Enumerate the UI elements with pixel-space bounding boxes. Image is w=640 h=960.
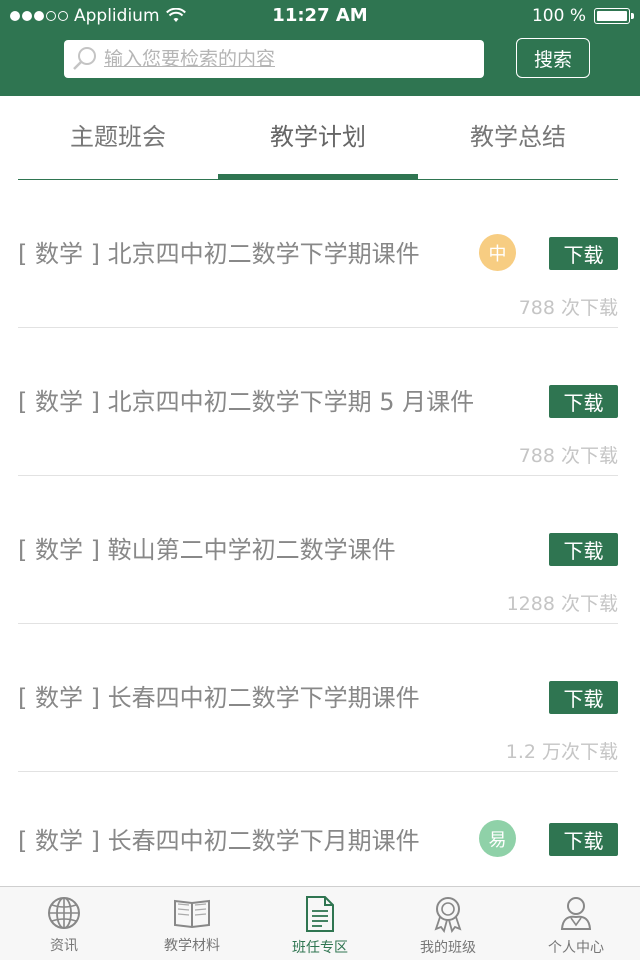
document-icon <box>306 896 334 932</box>
download-count: 1.2 万次下载 <box>505 741 618 763</box>
download-button[interactable]: 下载 <box>549 823 618 856</box>
category-tabs: 主题班会 教学计划 教学总结 <box>18 104 618 180</box>
document-list: [ 数学 ] 北京四中初二数学下学期课件 中 下载 788 次下载 [ 数学 ]… <box>0 182 640 922</box>
item-title: [ 数学 ] 北京四中初二数学下学期 5 月课件 <box>18 388 475 416</box>
nav-label: 个人中心 <box>548 940 604 956</box>
nav-news[interactable]: 资讯 <box>0 887 128 960</box>
nav-my-class[interactable]: 我的班级 <box>384 887 512 960</box>
globe-icon <box>48 897 80 929</box>
list-item[interactable]: [ 数学 ] 北京四中初二数学下学期 5 月课件 下载 788 次下载 <box>0 330 640 478</box>
search-button[interactable]: 搜索 <box>516 38 590 78</box>
item-title: [ 数学 ] 长春四中初二数学下月期课件 <box>18 827 420 855</box>
nav-label: 我的班级 <box>420 940 476 956</box>
battery-level <box>597 11 627 21</box>
nav-label: 教学材料 <box>164 938 220 954</box>
nav-class-teacher[interactable]: 班任专区 <box>256 887 384 960</box>
nav-label: 班任专区 <box>292 940 348 956</box>
tab-teaching-summary[interactable]: 教学总结 <box>418 104 618 179</box>
search-box[interactable] <box>64 40 484 78</box>
book-icon <box>174 899 210 929</box>
app-header: Applidium 11:27 AM 100 % 搜索 <box>0 0 640 96</box>
battery-percent: 100 % <box>531 6 586 26</box>
nav-teaching-materials[interactable]: 教学材料 <box>128 887 256 960</box>
nav-profile[interactable]: 个人中心 <box>512 887 640 960</box>
download-count: 1288 次下载 <box>506 593 618 615</box>
download-button[interactable]: 下载 <box>549 237 618 270</box>
download-button[interactable]: 下载 <box>549 385 618 418</box>
download-button[interactable]: 下载 <box>549 533 618 566</box>
bottom-tab-bar: 资讯 教学材料 班任专区 我的班级 个人中心 <box>0 886 640 960</box>
difficulty-badge: 易 <box>479 820 516 857</box>
list-item[interactable]: [ 数学 ] 长春四中初二数学下学期课件 下载 1.2 万次下载 <box>0 626 640 774</box>
divider <box>18 327 618 328</box>
status-right: 100 % <box>531 6 634 26</box>
list-item[interactable]: [ 数学 ] 北京四中初二数学下学期课件 中 下载 788 次下载 <box>0 182 640 330</box>
search-input[interactable] <box>104 48 484 70</box>
list-item[interactable]: [ 数学 ] 鞍山第二中学初二数学课件 下载 1288 次下载 <box>0 478 640 626</box>
nav-label: 资讯 <box>50 938 78 954</box>
item-title: [ 数学 ] 鞍山第二中学初二数学课件 <box>18 536 396 564</box>
download-button[interactable]: 下载 <box>549 681 618 714</box>
user-icon <box>560 897 592 930</box>
divider <box>18 771 618 772</box>
status-bar: Applidium 11:27 AM 100 % <box>0 0 640 32</box>
divider <box>18 475 618 476</box>
item-title: [ 数学 ] 北京四中初二数学下学期课件 <box>18 240 420 268</box>
search-icon <box>73 47 96 70</box>
item-title: [ 数学 ] 长春四中初二数学下学期课件 <box>18 684 420 712</box>
tab-theme-meeting[interactable]: 主题班会 <box>18 104 218 179</box>
download-count: 788 次下载 <box>518 297 618 319</box>
battery-icon <box>594 8 634 24</box>
download-count: 788 次下载 <box>518 445 618 467</box>
difficulty-badge: 中 <box>479 234 516 271</box>
divider <box>18 623 618 624</box>
award-icon <box>434 897 462 933</box>
tab-teaching-plan[interactable]: 教学计划 <box>218 104 418 180</box>
